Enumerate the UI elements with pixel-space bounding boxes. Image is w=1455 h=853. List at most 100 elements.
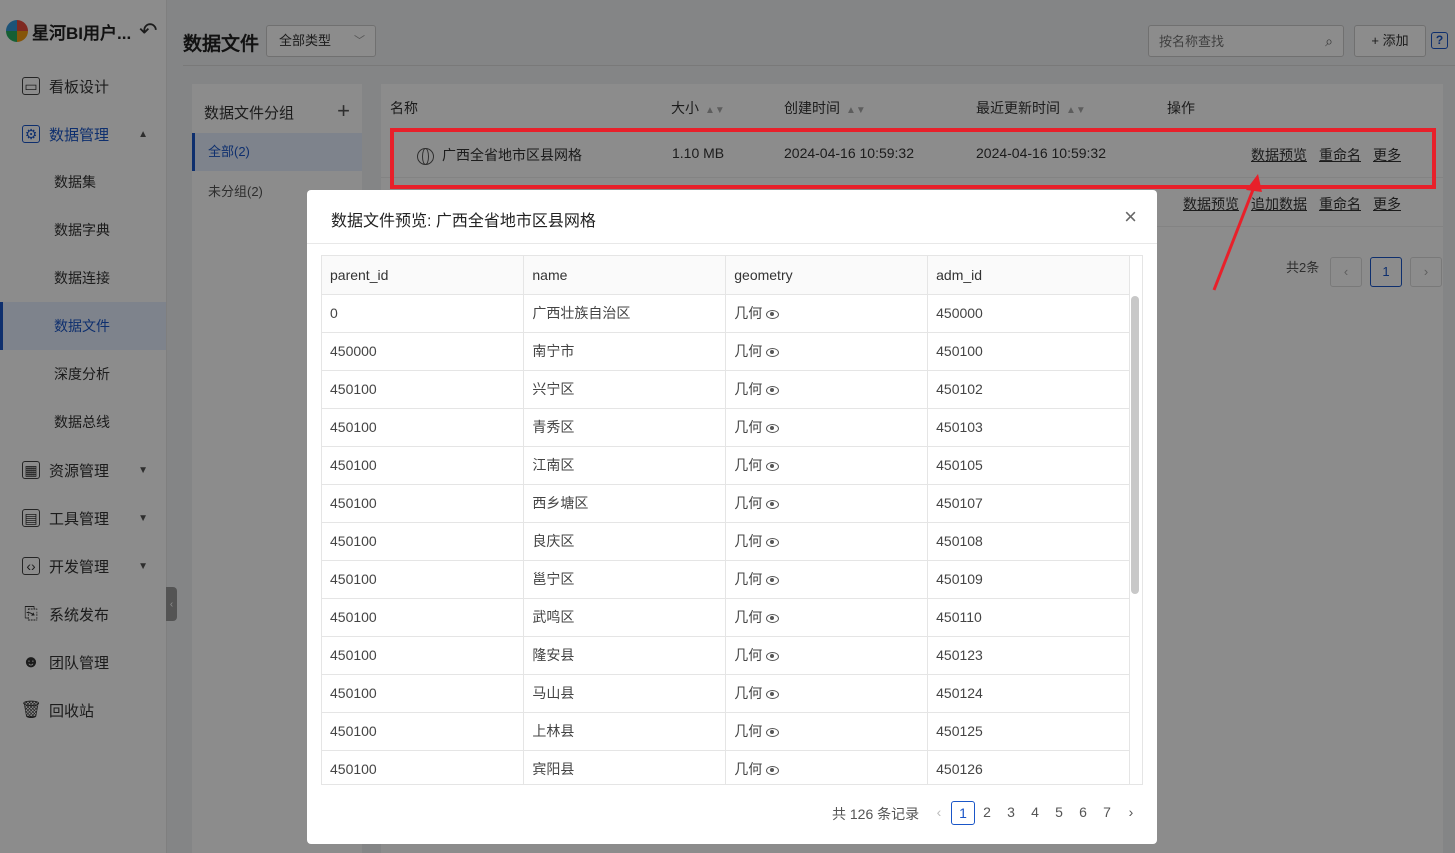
cell-text: 几何	[734, 647, 763, 663]
cell-text: 几何	[734, 419, 763, 435]
cell-text: 450102	[936, 381, 983, 397]
eye-icon[interactable]	[766, 309, 780, 319]
eye-icon[interactable]	[766, 613, 780, 623]
cell-text: 马山县	[532, 685, 575, 701]
cell-text: 450100	[330, 685, 377, 701]
page-button[interactable]: 7	[1095, 801, 1119, 825]
cell-geometry[interactable]: 几何	[725, 522, 929, 561]
cell-text: 几何	[734, 723, 763, 739]
eye-icon[interactable]	[766, 423, 780, 433]
cell-text: 450124	[936, 685, 983, 701]
eye-icon[interactable]	[766, 765, 780, 775]
page-button[interactable]: 6	[1071, 801, 1095, 825]
cell-adm-id: 450110	[927, 598, 1130, 637]
cell-text: 0	[330, 305, 338, 321]
cell-parent-id: 450100	[322, 408, 525, 447]
page-button[interactable]: 3	[999, 801, 1023, 825]
table-row: 450100 武鸣区 几何 450110	[322, 598, 1130, 637]
eye-icon[interactable]	[766, 461, 780, 471]
cell-text: 450105	[936, 457, 983, 473]
cell-name: 青秀区	[523, 408, 727, 447]
cell-text: 邕宁区	[532, 571, 575, 587]
preview-grid: parent_id name geometry adm_id 0 广西壮族自治区几…	[321, 255, 1143, 785]
cell-text: 广西壮族自治区	[532, 305, 631, 321]
cell-geometry[interactable]: 几何	[725, 370, 929, 409]
table-row: 450100 良庆区 几何 450108	[322, 522, 1130, 561]
eye-icon[interactable]	[766, 499, 780, 509]
cell-text: 450100	[330, 723, 377, 739]
cell-geometry[interactable]: 几何	[725, 294, 929, 333]
close-icon[interactable]: ×	[1124, 204, 1137, 230]
cell-name: 邕宁区	[523, 560, 727, 599]
cell-text: 450100	[330, 647, 377, 663]
record-total: 共 126 条记录	[832, 806, 920, 822]
eye-icon[interactable]	[766, 689, 780, 699]
page-button[interactable]: 4	[1023, 801, 1047, 825]
cell-text: 450100	[330, 609, 377, 625]
eye-icon[interactable]	[766, 651, 780, 661]
eye-icon[interactable]	[766, 575, 780, 585]
page-button[interactable]: 5	[1047, 801, 1071, 825]
cell-text: 南宁市	[532, 343, 575, 359]
cell-geometry[interactable]: 几何	[725, 332, 929, 371]
cell-text: 青秀区	[532, 419, 575, 435]
cell-geometry[interactable]: 几何	[725, 408, 929, 447]
cell-text: 江南区	[532, 457, 575, 473]
col-header-parent-id: parent_id	[322, 256, 525, 295]
col-header-name: name	[523, 256, 727, 295]
cell-parent-id: 450100	[322, 712, 525, 751]
cell-text: 450125	[936, 723, 983, 739]
cell-geometry[interactable]: 几何	[725, 446, 929, 485]
table-row: 450100 隆安县 几何 450123	[322, 636, 1130, 675]
col-header-geometry: geometry	[725, 256, 929, 295]
table-row: 450100 青秀区 几何 450103	[322, 408, 1130, 447]
cell-parent-id: 450100	[322, 750, 525, 784]
table-row: 0 广西壮族自治区 几何 450000	[322, 294, 1130, 333]
modal-title: 数据文件预览: 广西全省地市区县网格	[331, 213, 596, 230]
page-button[interactable]: 2	[975, 801, 999, 825]
cell-parent-id: 450100	[322, 598, 525, 637]
cell-text: 几何	[734, 685, 763, 701]
table-row: 450100 江南区 几何 450105	[322, 446, 1130, 485]
cell-geometry[interactable]: 几何	[725, 750, 929, 784]
prev-page-button[interactable]: ‹	[927, 801, 951, 825]
cell-name: 西乡塘区	[523, 484, 727, 523]
cell-adm-id: 450102	[927, 370, 1130, 409]
cell-adm-id: 450124	[927, 674, 1130, 713]
eye-icon[interactable]	[766, 537, 780, 547]
cell-geometry[interactable]: 几何	[725, 712, 929, 751]
cell-text: 450110	[936, 609, 982, 625]
cell-geometry[interactable]: 几何	[725, 484, 929, 523]
cell-parent-id: 450100	[322, 674, 525, 713]
cell-parent-id: 450100	[322, 370, 525, 409]
cell-text: 几何	[734, 609, 763, 625]
cell-geometry[interactable]: 几何	[725, 560, 929, 599]
eye-icon[interactable]	[766, 347, 780, 357]
cell-text: 450000	[936, 305, 983, 321]
cell-text: 西乡塘区	[532, 495, 589, 511]
cell-name: 马山县	[523, 674, 727, 713]
cell-name: 上林县	[523, 712, 727, 751]
cell-geometry[interactable]: 几何	[725, 674, 929, 713]
eye-icon[interactable]	[766, 385, 780, 395]
cell-adm-id: 450000	[927, 294, 1130, 333]
eye-icon[interactable]	[766, 727, 780, 737]
cell-text: 450123	[936, 647, 983, 663]
page-button[interactable]: 1	[951, 801, 975, 825]
cell-text: 几何	[734, 457, 763, 473]
cell-text: 武鸣区	[532, 609, 575, 625]
cell-text: 450100	[330, 571, 377, 587]
cell-geometry[interactable]: 几何	[725, 598, 929, 637]
cell-text: 450100	[936, 343, 983, 359]
cell-text: 450107	[936, 495, 983, 511]
next-page-button[interactable]: ›	[1119, 801, 1143, 825]
col-header-adm-id: adm_id	[927, 256, 1130, 295]
cell-text: 几何	[734, 533, 763, 549]
cell-geometry[interactable]: 几何	[725, 636, 929, 675]
cell-text: 几何	[734, 761, 763, 777]
cell-text: 450000	[330, 343, 377, 359]
annotation-arrow	[1212, 174, 1262, 291]
cell-text: 450100	[330, 419, 377, 435]
vertical-scrollbar[interactable]	[1131, 296, 1139, 594]
cell-text: 隆安县	[532, 647, 575, 663]
